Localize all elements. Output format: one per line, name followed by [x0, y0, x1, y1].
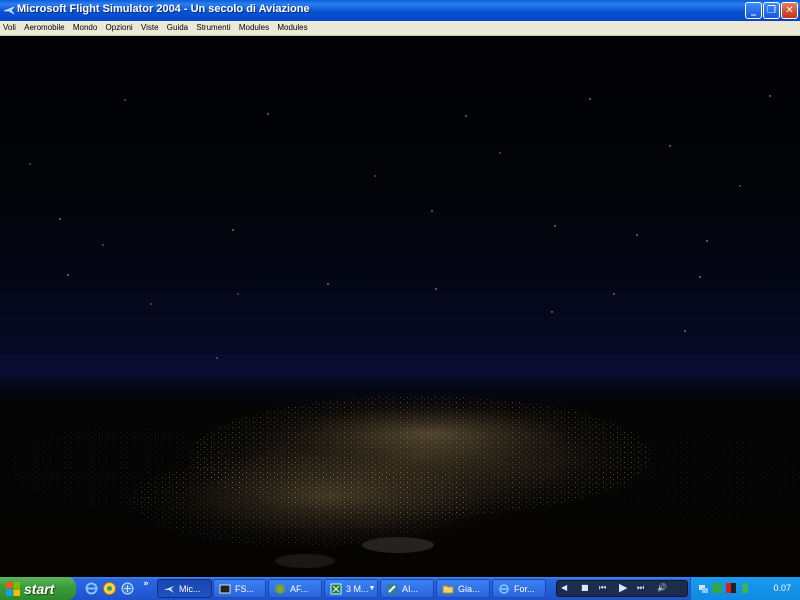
app-icon	[275, 583, 285, 594]
flight-sim-icon	[164, 585, 174, 593]
task-button-excel-group[interactable]: 3 M... ▼	[324, 579, 378, 598]
messenger-status-icon[interactable]	[739, 582, 751, 594]
task-label: FS...	[235, 583, 255, 594]
menu-strumenti[interactable]: Strumenti	[193, 21, 233, 35]
menu-voli[interactable]: Voli	[0, 21, 19, 35]
task-button-af[interactable]: AF...	[268, 579, 322, 598]
close-button[interactable]: ✕	[781, 2, 798, 19]
volume-icon[interactable]: 🔊	[657, 583, 667, 592]
task-label: Mic...	[179, 583, 201, 594]
window-title: Microsoft Flight Simulator 2004 - Un sec…	[17, 3, 310, 15]
folder-icon	[442, 585, 454, 593]
taskbar: start » Mic... FS... AF... 3 M... ▼ AI..…	[0, 577, 800, 600]
messenger-icon[interactable]	[102, 581, 117, 596]
quick-launch-overflow-icon[interactable]: »	[143, 579, 149, 589]
media-back-icon[interactable]: ◀	[561, 583, 567, 592]
minimize-button[interactable]: _	[745, 2, 762, 19]
task-button-forum[interactable]: For...	[492, 579, 546, 598]
task-label: 3 M...	[346, 583, 369, 594]
flight-sim-icon	[3, 6, 15, 15]
start-button[interactable]: start	[0, 577, 76, 600]
title-bar: Microsoft Flight Simulator 2004 - Un sec…	[0, 0, 800, 22]
browser-icon[interactable]	[120, 581, 135, 596]
windows-logo-icon	[6, 581, 20, 596]
restore-button[interactable]: ❐	[763, 2, 780, 19]
menu-modules[interactable]: Modules	[236, 21, 272, 35]
play-icon[interactable]: ▶	[619, 581, 627, 594]
antivirus-icon[interactable]	[711, 582, 723, 594]
menu-opzioni[interactable]: Opzioni	[103, 21, 136, 35]
next-icon[interactable]: ⏭	[637, 583, 644, 593]
task-button-fs[interactable]: FS...	[213, 579, 266, 598]
menu-mondo[interactable]: Mondo	[70, 21, 100, 35]
network-icon[interactable]	[697, 582, 709, 594]
tool-icon	[387, 583, 397, 594]
task-button-folder[interactable]: Gia...	[436, 579, 490, 598]
night-scene	[0, 95, 800, 568]
task-button-flight-sim[interactable]: Mic...	[157, 579, 212, 598]
terminal-icon	[219, 584, 231, 593]
internet-explorer-icon[interactable]	[84, 581, 99, 596]
stop-icon[interactable]: ■	[581, 583, 589, 592]
start-label: start	[24, 580, 55, 597]
previous-icon[interactable]: ⏮	[599, 583, 606, 593]
menu-modules-2[interactable]: Modules	[274, 21, 310, 35]
menu-bar: Voli Aeromobile Mondo Opzioni Viste Guid…	[0, 21, 800, 36]
media-player-toolbar: ◀ ■ ⏮ ▶ ⏭ 🔊	[556, 580, 688, 597]
flight-view[interactable]	[0, 36, 800, 577]
group-arrow-icon: ▼	[368, 585, 376, 592]
task-label: AF...	[290, 583, 309, 594]
task-label: AI...	[402, 583, 419, 594]
system-tray: 0.07	[690, 577, 800, 600]
menu-aeromobile[interactable]: Aeromobile	[21, 21, 67, 35]
task-label: Gia...	[458, 583, 480, 594]
menu-viste[interactable]: Viste	[138, 21, 162, 35]
task-label: For...	[514, 583, 535, 594]
excel-icon	[330, 583, 342, 594]
menu-guida[interactable]: Guida	[164, 21, 191, 35]
clock: 0.07	[773, 583, 791, 593]
task-button-ai[interactable]: AI...	[380, 579, 434, 598]
internet-explorer-icon	[499, 583, 509, 594]
status-icon[interactable]	[725, 582, 737, 594]
